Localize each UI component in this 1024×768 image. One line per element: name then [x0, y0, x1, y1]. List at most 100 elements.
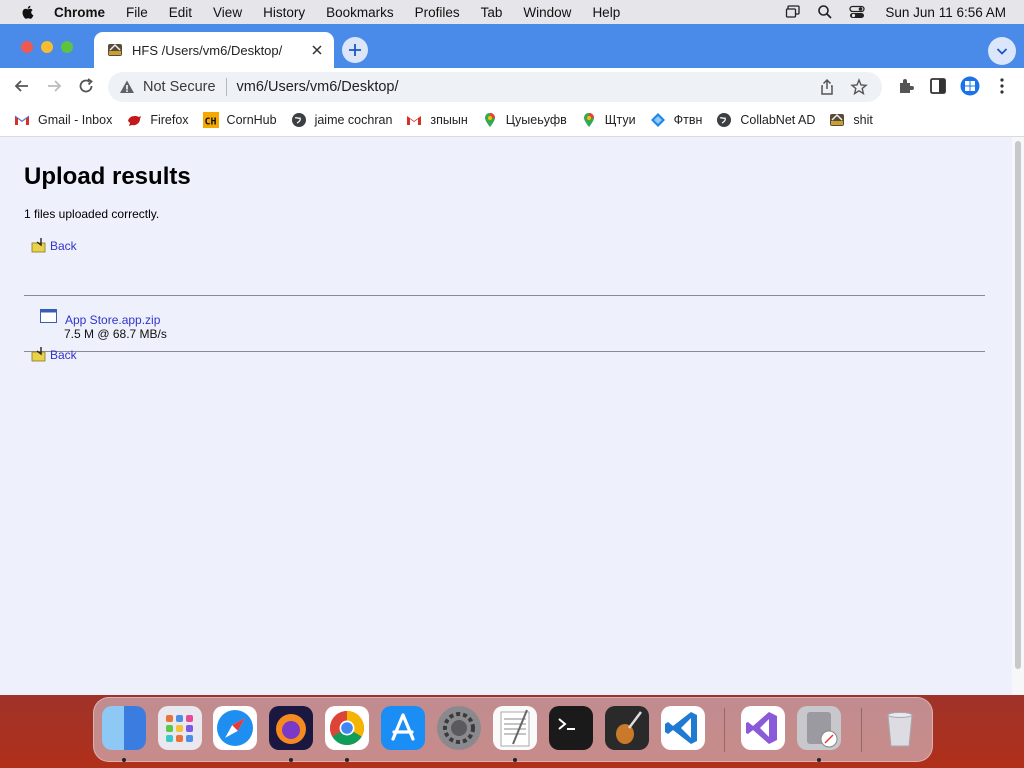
extensions-puzzle-icon[interactable] [896, 76, 916, 96]
dock-separator [861, 708, 862, 752]
page-content: Upload results 1 files uploaded correctl… [0, 137, 1012, 695]
uploaded-file-link[interactable]: App Store.app.zip [65, 313, 160, 327]
running-indicator [289, 758, 293, 762]
bookmark-shit[interactable]: shit [829, 112, 873, 128]
finder-icon[interactable] [102, 706, 146, 750]
screen-mirroring-icon[interactable] [785, 4, 801, 20]
bookmark-cornhub[interactable]: CH CornHub [202, 112, 277, 128]
bookmark-firefox[interactable]: Firefox [126, 112, 189, 128]
bookmark-zpyyn[interactable]: зпыын [406, 112, 468, 128]
chrome-logo-icon [330, 711, 364, 745]
tab-search-button[interactable] [988, 37, 1016, 65]
close-tab-icon[interactable] [310, 43, 324, 57]
red-bird-icon [128, 116, 142, 126]
chevron-down-icon [996, 48, 1008, 55]
divider [24, 351, 985, 352]
profile-avatar-icon[interactable] [960, 76, 980, 96]
maps-pin-icon [484, 113, 495, 127]
page-scrollbar[interactable] [1012, 137, 1024, 695]
vscode-icon[interactable] [661, 706, 705, 750]
hfs-icon [830, 113, 845, 126]
compass-icon [217, 710, 253, 746]
bookmark-star-icon[interactable] [850, 78, 868, 96]
visual-studio-icon[interactable] [741, 706, 785, 750]
menu-help[interactable]: Help [592, 5, 620, 20]
tab-title: HFS /Users/vm6/Desktop/ [132, 42, 283, 58]
app-store-a-icon [391, 713, 415, 741]
bookmark-tsuyeuufv[interactable]: Цуыеьуфв [482, 112, 567, 128]
url-text[interactable]: vm6/Users/vm6/Desktop/ [237, 79, 818, 95]
bookmark-collabnet-ad[interactable]: CollabNet AD [716, 112, 815, 128]
bookmark-label: Фтвн [673, 113, 703, 127]
bookmark-ftvn[interactable]: Фтвн [650, 112, 703, 128]
back-arrow-icon[interactable] [12, 76, 32, 96]
trash-can-icon [887, 712, 913, 747]
zoom-window-button[interactable] [61, 41, 73, 53]
tab-strip: HFS /Users/vm6/Desktop/ [0, 24, 1024, 68]
new-tab-button[interactable] [342, 37, 368, 63]
forward-arrow-icon[interactable] [44, 76, 64, 96]
side-panel-icon[interactable] [928, 76, 948, 96]
safari-icon[interactable] [213, 706, 257, 750]
guitar-icon [616, 711, 642, 744]
chrome-icon[interactable] [325, 706, 369, 750]
bookmark-gmail-inbox[interactable]: Gmail - Inbox [14, 112, 112, 128]
bookmark-label: Firefox [150, 113, 189, 127]
address-bar[interactable]: Not Secure vm6/Users/vm6/Desktop/ [108, 72, 882, 102]
back-folder-icon [31, 238, 46, 253]
trash-icon[interactable] [878, 706, 922, 750]
apple-icon[interactable] [20, 4, 36, 20]
diamond-icon [650, 113, 665, 127]
menu-view[interactable]: View [213, 5, 242, 20]
launchpad-icon[interactable] [158, 706, 202, 750]
firefox-icon[interactable] [269, 706, 313, 750]
running-indicator [817, 758, 821, 762]
close-window-button[interactable] [21, 41, 33, 53]
browser-toolbar: Not Secure vm6/Users/vm6/Desktop/ [0, 68, 1024, 104]
back-label: Back [50, 348, 77, 362]
globe-icon [291, 113, 306, 127]
bookmark-jaime-cochran[interactable]: jaime cochran [291, 112, 392, 128]
tab-hfs[interactable]: HFS /Users/vm6/Desktop/ [94, 32, 334, 68]
reload-icon[interactable] [76, 76, 96, 96]
upload-stats: 7.5 M @ 68.7 MB/s [64, 327, 167, 341]
scrollbar-thumb[interactable] [1015, 141, 1021, 669]
menu-tab[interactable]: Tab [481, 5, 503, 20]
textedit-icon[interactable] [493, 706, 537, 750]
terminal-prompt-icon [558, 718, 575, 730]
back-link-bottom[interactable]: Back [31, 346, 77, 362]
back-link-top[interactable]: Back [31, 237, 77, 253]
menu-bookmarks[interactable]: Bookmarks [326, 5, 394, 20]
bookmark-shtui[interactable]: Щтуи [581, 112, 636, 128]
visual-studio-logo-icon [746, 712, 777, 744]
app-store-icon[interactable] [381, 706, 425, 750]
menu-bar: Chrome File Edit View History Bookmarks … [0, 0, 1024, 24]
menu-history[interactable]: History [263, 5, 305, 20]
plus-icon [349, 44, 361, 56]
menu-file[interactable]: File [126, 5, 148, 20]
menubar-clock[interactable]: Sun Jun 11 6:56 AM [885, 5, 1006, 20]
minimize-window-button[interactable] [41, 41, 53, 53]
menu-app-chrome[interactable]: Chrome [54, 5, 105, 20]
menu-window[interactable]: Window [523, 5, 571, 20]
dock-separator [724, 708, 725, 752]
vscode-logo-icon [665, 712, 697, 744]
more-menu-icon[interactable] [992, 76, 1012, 96]
menu-profiles[interactable]: Profiles [415, 5, 460, 20]
svg-text:CH: CH [204, 117, 216, 128]
share-icon[interactable] [818, 78, 836, 96]
utility-compass-icon [807, 712, 838, 748]
not-secure-label[interactable]: Not Secure [143, 79, 216, 95]
directory-utility-icon[interactable] [797, 706, 841, 750]
menu-edit[interactable]: Edit [169, 5, 192, 20]
terminal-icon[interactable] [549, 706, 593, 750]
warning-triangle-icon[interactable] [119, 79, 135, 95]
control-center-icon[interactable] [849, 4, 866, 20]
spotlight-search-icon[interactable] [817, 4, 833, 20]
divider [24, 295, 985, 296]
system-preferences-icon[interactable] [437, 706, 481, 750]
bookmark-label: Цуыеьуфв [505, 113, 567, 127]
running-indicator [345, 758, 349, 762]
bookmark-label: CornHub [226, 113, 277, 127]
garageband-icon[interactable] [605, 706, 649, 750]
